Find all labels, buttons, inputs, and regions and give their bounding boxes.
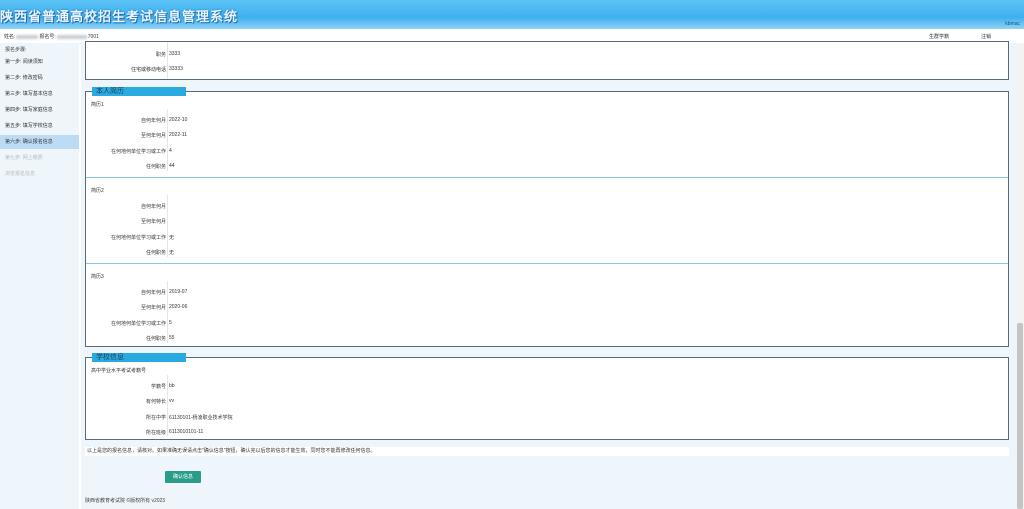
sidebar-item-online-payment: 第七步: 网上缴费	[5, 155, 43, 161]
resume-value: 2020-06	[169, 304, 188, 310]
sidebar-item-basic-info[interactable]: 第三步: 填写基本信息	[0, 87, 79, 101]
resume-entry-title: 简历2	[91, 188, 104, 194]
family-value: 3333	[169, 51, 181, 57]
logout-link[interactable]: 注销	[981, 33, 991, 40]
resume-label: 自何年何月	[140, 118, 166, 124]
scrollbar-thumb[interactable]	[1017, 323, 1023, 509]
school-value: 6113010101-11	[169, 429, 204, 435]
main-content: 职务 3333 住宅或移动电话 33333 本人简历 简历1 自何年何月 2022…	[81, 41, 1016, 509]
sidebar-item-family-info[interactable]: 第四步: 填写家庭信息	[0, 103, 79, 117]
sidebar-heading: 报名步骤:	[5, 47, 27, 53]
resume-label: 至何年何月	[140, 133, 166, 139]
school-label: 有何特长	[145, 399, 166, 405]
exam-no-redacted	[56, 34, 87, 39]
sidebar-item-browse-info: 浏览报名信息	[5, 171, 36, 177]
confirm-info-button[interactable]: 确认信息	[165, 471, 201, 483]
school-value: vv	[169, 398, 174, 404]
sidebar-item-read-notice[interactable]: 第一步: 阅读须知	[0, 55, 79, 69]
divider	[86, 177, 1008, 178]
student-view-link[interactable]: 生群学籍	[929, 33, 949, 40]
name-field: 姓名: 报名号: 7001	[4, 33, 99, 40]
resume-value: 5	[169, 320, 172, 326]
resume-section-title: 本人简历	[92, 87, 186, 96]
exam-no-label: 报名号:	[39, 34, 56, 40]
exam-no-value: 7001	[87, 34, 99, 40]
family-label: 住宅或移动电话	[130, 67, 166, 73]
resume-label: 至何年何月	[140, 305, 166, 311]
resume-value: 4	[169, 148, 172, 154]
sidebar: 报名步骤: 第一步: 阅读须知 第二步: 修改密码 第三步: 填写基本信息 第四…	[0, 43, 79, 509]
resume-entry-title: 简历1	[91, 102, 104, 108]
sidebar-item-school-info[interactable]: 第五步: 填写学校信息	[0, 119, 79, 133]
name-label: 姓名:	[4, 34, 16, 40]
resume-value: 55	[169, 335, 175, 341]
family-info-box: 职务 3333 住宅或移动电话 33333	[85, 41, 1009, 80]
school-value: bb	[169, 383, 175, 389]
school-section: 学校信息 高中学业水平考试考籍号 学籍号 bb 有何特长 vv 所在中学 611301…	[85, 353, 1009, 440]
system-title: 陕西省普通高校招生考试信息管理系统	[0, 10, 239, 25]
resume-label: 在何地何单位学习或工作	[110, 149, 166, 155]
family-label: 职务	[155, 52, 166, 58]
resume-label: 至何年何月	[140, 219, 166, 225]
resume-label: 在何地何单位学习或工作	[110, 321, 166, 327]
sidebar-item-change-password[interactable]: 第二步: 修改密码	[0, 71, 79, 85]
resume-value: 2019-07	[169, 289, 188, 295]
school-value: 61130101-杨凌职业技术学院	[169, 415, 233, 421]
header-banner: 陕西省普通高校招生考试信息管理系统 kbmac	[0, 0, 1024, 29]
resume-value: 无	[169, 235, 175, 241]
vertical-scrollbar[interactable]	[1016, 43, 1024, 509]
school-label: 学籍号	[150, 384, 166, 390]
footer-copyright: 陕西省教育考试院 ©版权所有 v2023	[85, 498, 166, 504]
resume-label: 任何职务	[145, 336, 166, 342]
resume-label: 在何地何单位学习或工作	[110, 235, 166, 241]
header-code: kbmac	[1005, 21, 1020, 27]
resume-value: 44	[169, 163, 175, 169]
resume-value: 2022-10	[169, 117, 188, 123]
resume-section: 本人简历 简历1 自何年何月 2022-10 至何年何月 2022-11 在何地何单…	[85, 87, 1009, 347]
school-subtitle: 高中学业水平考试考籍号	[91, 368, 147, 374]
resume-label: 自何年何月	[140, 204, 166, 210]
resume-label: 任何职务	[145, 164, 166, 170]
confirm-notice: 以上是您的报名信息，请核对。如果准确无误请点击"确认信息"按钮，确认完以后您的信…	[85, 447, 1009, 456]
resume-value: 无	[169, 250, 175, 256]
name-redacted	[16, 34, 39, 39]
resume-label: 任何职务	[145, 250, 166, 256]
resume-value: 2022-11	[169, 132, 187, 138]
resume-label: 自何年何月	[140, 290, 166, 296]
divider	[86, 263, 1008, 264]
resume-entry-title: 简历3	[91, 274, 104, 280]
school-section-title: 学校信息	[92, 353, 186, 362]
family-value: 33333	[169, 66, 183, 72]
school-label: 所在中学	[145, 415, 166, 421]
school-label: 所在班级	[145, 430, 166, 436]
sidebar-item-confirm-info[interactable]: 第六步: 确认报名信息	[0, 135, 79, 149]
